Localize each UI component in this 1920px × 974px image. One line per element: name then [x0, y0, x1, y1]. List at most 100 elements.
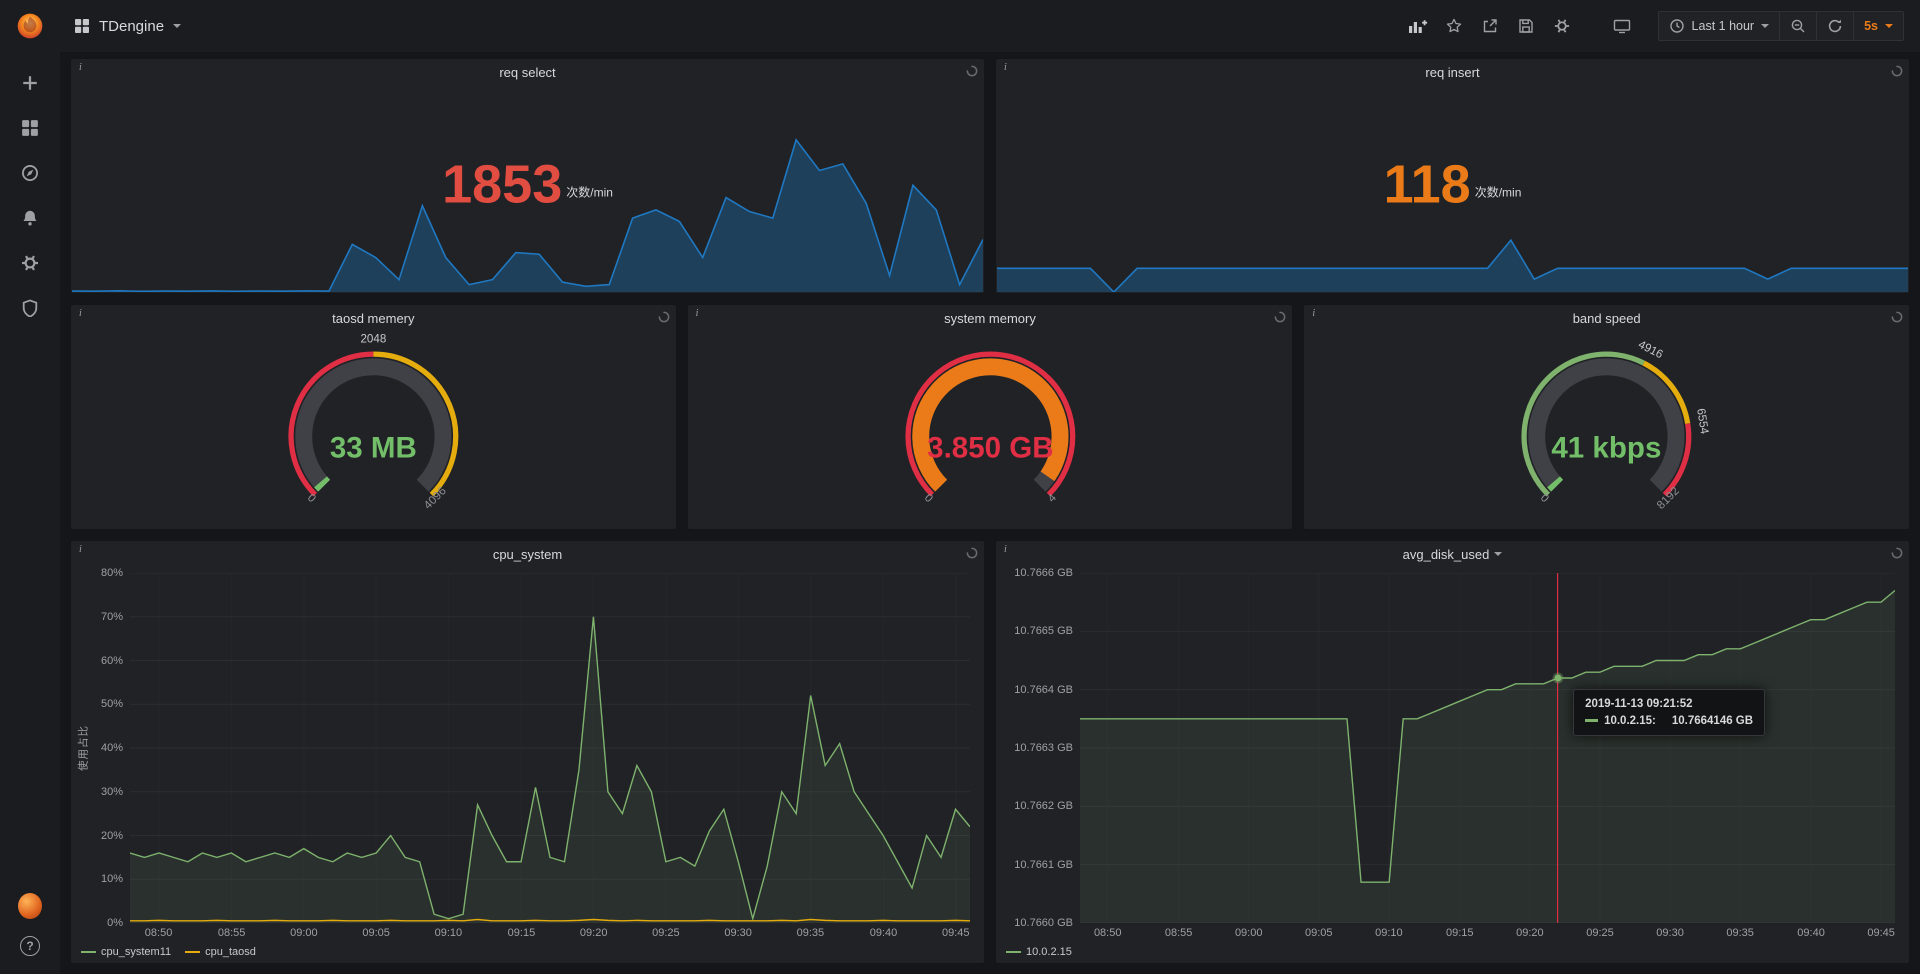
refresh-button[interactable] [1816, 11, 1854, 41]
hover-point [1554, 675, 1561, 682]
refresh-spinner-icon [658, 311, 670, 326]
x-tick-label: 09:20 [580, 927, 608, 939]
gauge[interactable]: 04096204833 MB [71, 331, 676, 529]
sidebar-menu [18, 71, 42, 320]
save-icon [1518, 18, 1534, 34]
panel-header: i req select [71, 59, 984, 85]
x-tick-label: 09:30 [724, 927, 752, 939]
legend-item[interactable]: 10.0.2.15 [1006, 946, 1072, 958]
y-tick-label: 80% [101, 567, 123, 579]
add-panel-button[interactable] [1408, 16, 1428, 36]
x-tick-label: 09:10 [435, 927, 463, 939]
explore-compass-icon [21, 164, 39, 182]
refresh-spinner-icon [966, 65, 978, 80]
legend-item[interactable]: cpu_system11 [81, 946, 171, 958]
legend-item[interactable]: cpu_taosd [185, 946, 256, 958]
cpu-system-graph: 使用占比 0%10%20%30%40%50%60%70%80% 08:5008:… [75, 573, 970, 961]
x-tick-label: 09:15 [1446, 927, 1474, 939]
panel-title[interactable]: system memory [688, 305, 1293, 331]
tooltip-series-value: 10.7664146 GB [1672, 715, 1753, 727]
dashboard-row-1: i req select 1853 次数/min [70, 58, 1910, 294]
gauge[interactable]: 043.850 GB [688, 331, 1293, 529]
singlestat-body[interactable]: 1853 次数/min [71, 85, 984, 293]
sidebar: ? [0, 0, 60, 974]
panel-title[interactable]: cpu_system [71, 541, 984, 567]
y-axis-unit-text: 使用占比 [75, 725, 90, 771]
star-dashboard-button[interactable] [1444, 16, 1464, 36]
time-range-label: Last 1 hour [1692, 19, 1755, 33]
sidebar-alerting-button[interactable] [18, 206, 42, 230]
panel-avg-disk-used: i avg_disk_used 10.7660 GB10.7661 GB10.7… [995, 540, 1910, 964]
sparkline [997, 238, 1908, 292]
graph-tooltip: 2019-11-13 09:21:52 10.0.2.15: 10.766414… [1573, 689, 1765, 736]
x-tick-label: 09:40 [870, 927, 898, 939]
x-tick-label: 09:00 [1235, 927, 1263, 939]
settings-gear-icon [1554, 18, 1570, 34]
grafana-logo[interactable] [13, 9, 47, 43]
dashboard-navbar: TDengine [60, 0, 1920, 52]
panel-title[interactable]: band speed [1304, 305, 1909, 331]
panel-title-text: req insert [1425, 65, 1479, 80]
zoom-out-button[interactable] [1779, 11, 1817, 41]
panel-header: i system memory [688, 305, 1293, 331]
save-dashboard-button[interactable] [1516, 16, 1536, 36]
y-tick-label: 10% [101, 873, 123, 885]
legend: cpu_system11 cpu_taosd [75, 942, 970, 961]
x-tick-label: 09:45 [942, 927, 970, 939]
panel-title[interactable]: req insert [996, 59, 1909, 85]
refresh-spinner-icon [1891, 65, 1903, 80]
sidebar-admin-button[interactable] [18, 296, 42, 320]
panel-system-memory: i system memory 043.850 GB [687, 304, 1294, 530]
dashboard-title-picker[interactable]: TDengine [74, 18, 181, 35]
x-tick-label: 08:55 [218, 927, 246, 939]
y-tick-label: 10.7663 GB [1014, 742, 1073, 754]
sidebar-create-button[interactable] [18, 71, 42, 95]
stat-unit: 次数/min [1475, 183, 1522, 210]
plot-area[interactable] [130, 573, 970, 923]
refresh-interval-picker[interactable]: 5s [1853, 11, 1904, 41]
y-tick-label: 70% [101, 611, 123, 623]
tooltip-series-dash [1585, 719, 1598, 722]
main-area: TDengine [60, 0, 1920, 974]
graph-body: 10.7660 GB10.7661 GB10.7662 GB10.7663 GB… [996, 567, 1909, 963]
sidebar-bottom: ? [18, 894, 42, 958]
x-tick-label: 09:05 [362, 927, 390, 939]
panel-title[interactable]: taosd memery [71, 305, 676, 331]
help-button[interactable]: ? [18, 934, 42, 958]
dashboard-settings-button[interactable] [1552, 16, 1572, 36]
share-dashboard-button[interactable] [1480, 16, 1500, 36]
svg-text:8192: 8192 [1655, 484, 1682, 511]
legend: 10.0.2.15 [1000, 942, 1895, 961]
dashboards-grid-icon [21, 119, 39, 137]
panel-title[interactable]: req select [71, 59, 984, 85]
clock-icon [1669, 18, 1685, 34]
panel-title-text: avg_disk_used [1403, 547, 1490, 562]
y-tick-label: 50% [101, 698, 123, 710]
sidebar-dashboards-button[interactable] [18, 116, 42, 140]
user-avatar-button[interactable] [18, 894, 42, 918]
legend-series-name: 10.0.2.15 [1026, 946, 1072, 958]
x-tick-label: 08:50 [145, 927, 173, 939]
svg-text:33 MB: 33 MB [330, 432, 417, 465]
stat-value-group: 118 次数/min [996, 159, 1909, 210]
tooltip-series-row: 10.0.2.15: 10.7664146 GB [1585, 715, 1753, 727]
refresh-spinner-icon [1274, 311, 1286, 326]
tv-mode-button[interactable] [1612, 16, 1632, 36]
alerting-bell-icon [21, 209, 39, 227]
y-tick-label: 10.7662 GB [1014, 800, 1073, 812]
panel-header: i taosd memery [71, 305, 676, 331]
x-tick-label: 09:00 [290, 927, 318, 939]
time-range-picker[interactable]: Last 1 hour [1658, 11, 1781, 41]
x-tick-label: 09:45 [1867, 927, 1895, 939]
gauge[interactable]: 081924916655441 kbps [1304, 331, 1909, 529]
refresh-spinner-icon [1891, 311, 1903, 326]
sidebar-explore-button[interactable] [18, 161, 42, 185]
svg-text:0: 0 [921, 491, 935, 505]
panel-title[interactable]: avg_disk_used [996, 541, 1909, 567]
panel-req-insert: i req insert 118 次数/min [995, 58, 1910, 294]
dashboard-row-2: i taosd memery 04096204833 MB i system m… [70, 304, 1910, 530]
sidebar-configuration-button[interactable] [18, 251, 42, 275]
x-tick-label: 09:15 [508, 927, 536, 939]
singlestat-body[interactable]: 118 次数/min [996, 85, 1909, 293]
plot-area[interactable]: 2019-11-13 09:21:52 10.0.2.15: 10.766414… [1080, 573, 1895, 923]
